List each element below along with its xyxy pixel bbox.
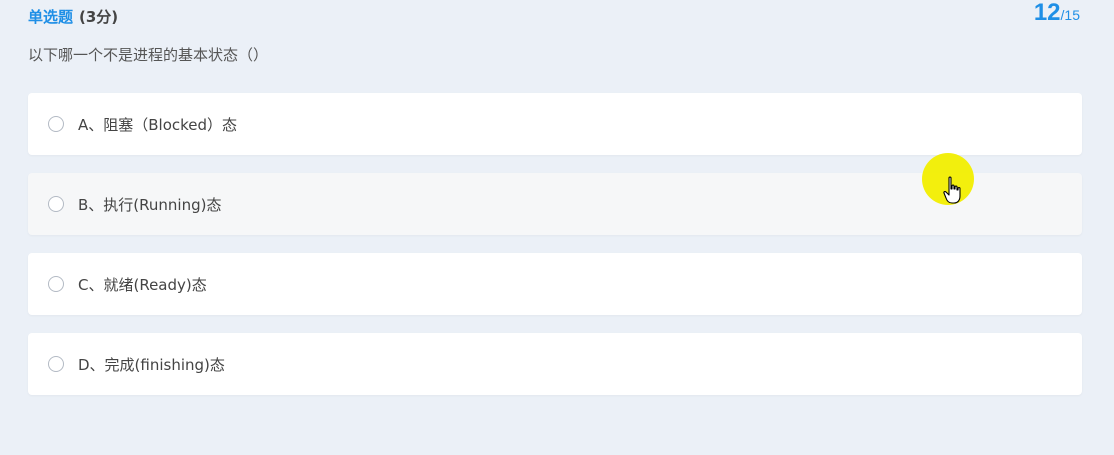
option-a[interactable]: A、阻塞（Blocked）态 [28, 93, 1082, 155]
option-label: D、完成(finishing)态 [78, 355, 225, 374]
radio-unselected-icon[interactable] [48, 116, 64, 132]
question-progress: 12 /15 [1034, 0, 1080, 27]
radio-unselected-icon[interactable] [48, 356, 64, 372]
option-label: C、就绪(Ready)态 [78, 275, 207, 294]
question-text: 以下哪一个不是进程的基本状态（） [28, 46, 269, 64]
question-header: 单选题 (3分) [28, 5, 118, 27]
question-type-label: 单选题 [28, 7, 74, 26]
radio-unselected-icon[interactable] [48, 196, 64, 212]
radio-unselected-icon[interactable] [48, 276, 64, 292]
option-c[interactable]: C、就绪(Ready)态 [28, 253, 1082, 315]
progress-current: 12 [1033, 0, 1061, 26]
option-label: A、阻塞（Blocked）态 [78, 115, 238, 134]
question-score-label: (3分) [79, 7, 119, 26]
options-list: A、阻塞（Blocked）态 B、执行(Running)态 C、就绪(Ready… [28, 93, 1082, 413]
option-label: B、执行(Running)态 [78, 195, 222, 214]
progress-total: /15 [1060, 7, 1080, 23]
option-d[interactable]: D、完成(finishing)态 [28, 333, 1082, 395]
hand-pointer-icon [943, 176, 961, 204]
